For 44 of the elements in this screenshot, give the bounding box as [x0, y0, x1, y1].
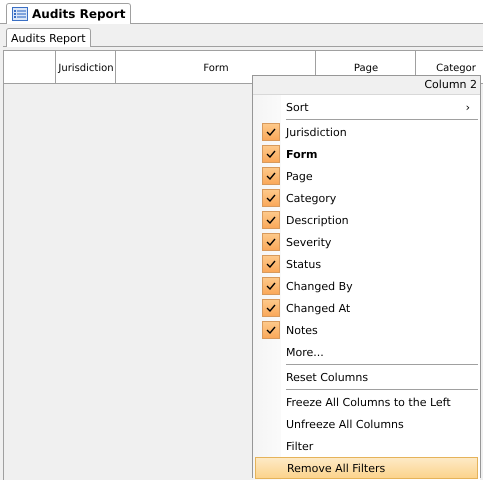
checkbox[interactable]: [262, 123, 280, 141]
checkbox[interactable]: [262, 233, 280, 251]
menu-item[interactable]: Changed By: [255, 275, 478, 297]
check-icon: [266, 282, 276, 290]
menu-item[interactable]: Form: [255, 143, 478, 165]
document-tab[interactable]: Audits Report: [6, 3, 132, 24]
menu-item[interactable]: Unfreeze All Columns: [255, 413, 478, 435]
checkbox[interactable]: [262, 145, 280, 163]
menu-item[interactable]: Remove All Filters: [255, 457, 478, 479]
menu-item[interactable]: Filter: [255, 435, 478, 457]
menu-item[interactable]: More...: [255, 341, 478, 363]
tab[interactable]: Audits Report: [6, 28, 91, 47]
list-icon: [12, 6, 28, 22]
check-icon: [266, 304, 276, 312]
check-icon: [266, 150, 276, 158]
check-icon: [266, 216, 276, 224]
menu-item[interactable]: Freeze All Columns to the Left: [255, 391, 478, 413]
check-icon: [266, 238, 276, 246]
menu-item[interactable]: Jurisdiction: [255, 121, 478, 143]
document-title: Audits Report: [32, 7, 126, 21]
check-icon: [266, 260, 276, 268]
menu-title: Column 2: [253, 76, 480, 95]
menu-item[interactable]: Status: [255, 253, 478, 275]
menu-item[interactable]: Page: [255, 165, 478, 187]
check-icon: [266, 326, 276, 334]
menu-item[interactable]: Changed At: [255, 297, 478, 319]
checkbox[interactable]: [262, 211, 280, 229]
checkbox[interactable]: [262, 167, 280, 185]
column-header[interactable]: Jurisdiction: [56, 51, 116, 83]
check-icon: [266, 172, 276, 180]
check-icon: [266, 194, 276, 202]
menu-item[interactable]: Category: [255, 187, 478, 209]
menu-item[interactable]: Severity: [255, 231, 478, 253]
menu-item[interactable]: Notes: [255, 319, 478, 341]
checkbox[interactable]: [262, 299, 280, 317]
check-icon: [266, 128, 276, 136]
checkbox[interactable]: [262, 321, 280, 339]
submenu-arrow: ›: [466, 100, 470, 114]
menu-item[interactable]: Reset Columns: [255, 366, 478, 388]
menu-item[interactable]: Description: [255, 209, 478, 231]
checkbox[interactable]: [262, 255, 280, 273]
checkbox[interactable]: [262, 189, 280, 207]
checkbox[interactable]: [262, 277, 280, 295]
menu-item[interactable]: Sort ›: [255, 96, 478, 118]
